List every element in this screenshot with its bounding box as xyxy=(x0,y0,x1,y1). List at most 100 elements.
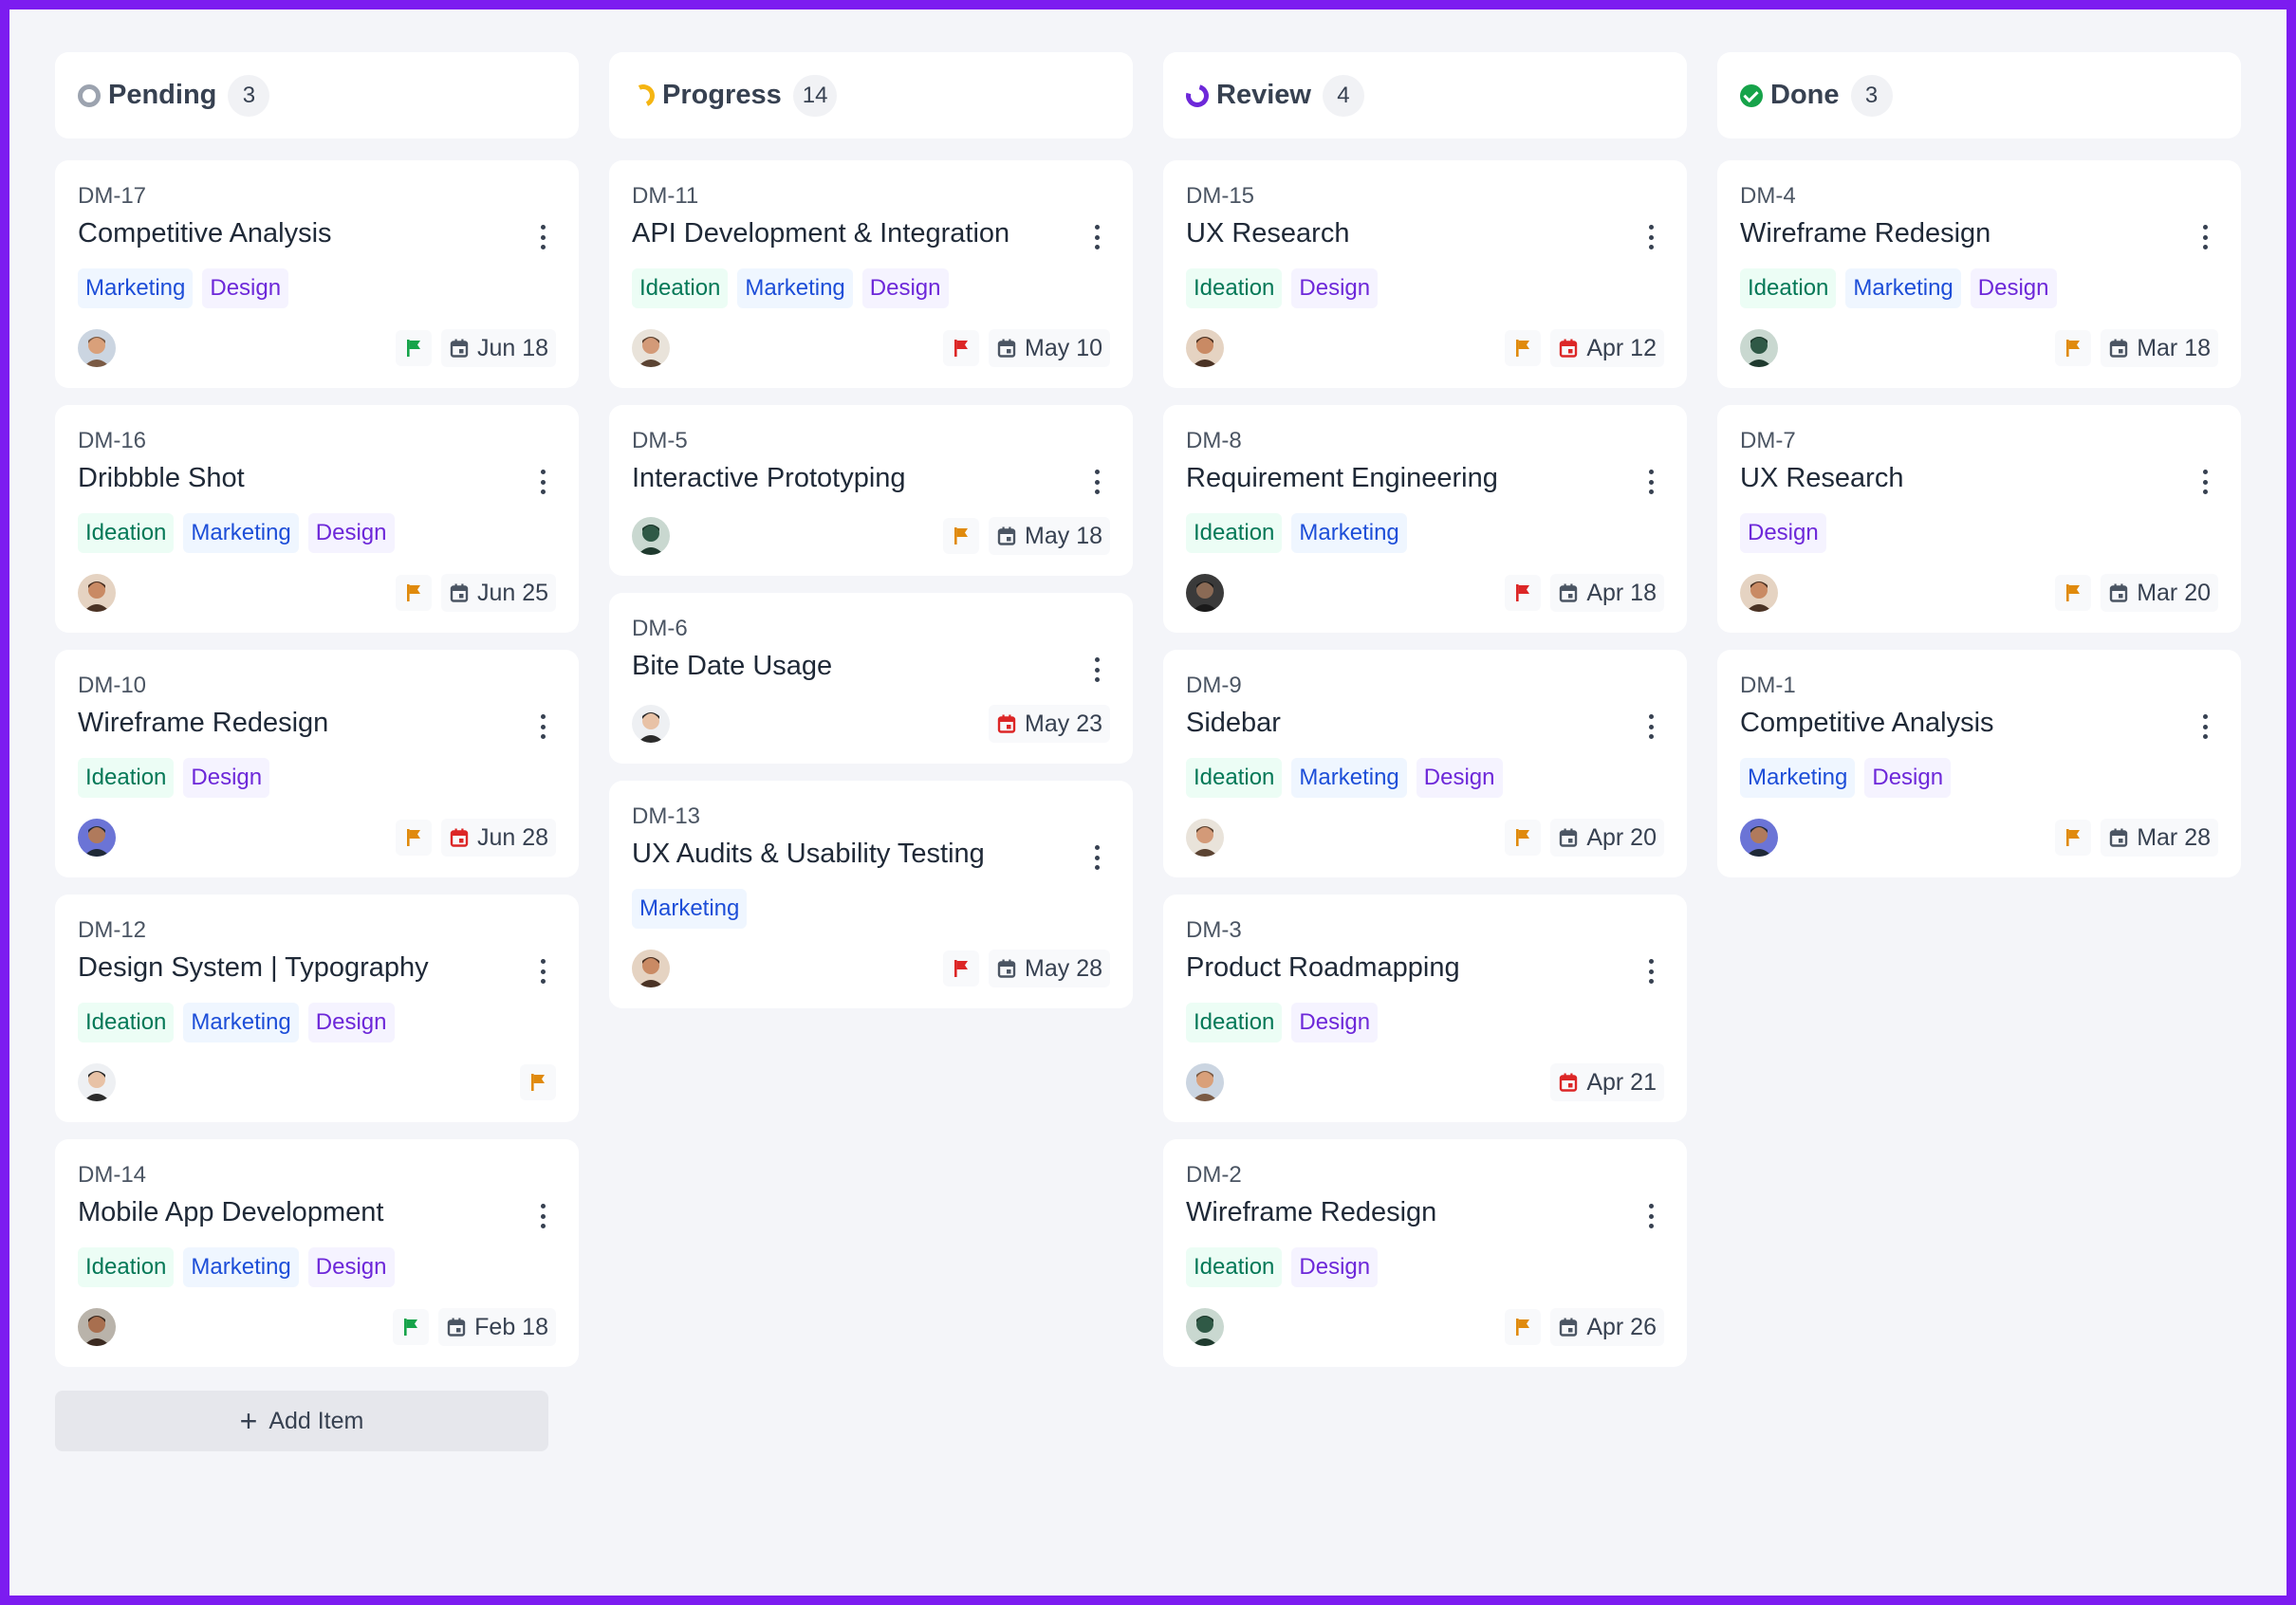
due-date-chip[interactable]: Jun 28 xyxy=(440,819,556,857)
more-options-icon[interactable] xyxy=(1643,1204,1658,1228)
column-header[interactable]: Done 3 xyxy=(1717,52,2241,138)
tag-ideation[interactable]: Ideation xyxy=(1186,1247,1283,1287)
add-item-button[interactable]: + Add Item xyxy=(55,1391,548,1451)
due-date-chip[interactable]: Apr 20 xyxy=(1550,819,1664,857)
more-options-icon[interactable] xyxy=(535,959,550,984)
tag-marketing[interactable]: Marketing xyxy=(183,1247,299,1287)
tag-ideation[interactable]: Ideation xyxy=(1186,1003,1283,1042)
more-options-icon[interactable] xyxy=(1643,470,1658,494)
task-card[interactable]: DM-6 Bite Date Usage May 23 xyxy=(609,593,1133,764)
column-header[interactable]: Review 4 xyxy=(1163,52,1687,138)
avatar[interactable] xyxy=(1186,819,1224,857)
avatar[interactable] xyxy=(632,705,670,743)
more-options-icon[interactable] xyxy=(535,225,550,249)
tag-design[interactable]: Design xyxy=(183,758,270,798)
more-options-icon[interactable] xyxy=(535,1204,550,1228)
avatar[interactable] xyxy=(1740,329,1778,367)
task-card[interactable]: DM-14 Mobile App Development Ideation Mar… xyxy=(55,1139,579,1367)
due-date-chip[interactable]: Mar 18 xyxy=(2101,329,2218,367)
due-date-chip[interactable]: May 10 xyxy=(989,329,1110,367)
more-options-icon[interactable] xyxy=(1643,714,1658,739)
task-card[interactable]: DM-12 Design System | Typography Ideatio… xyxy=(55,895,579,1122)
avatar[interactable] xyxy=(78,1308,116,1346)
tag-ideation[interactable]: Ideation xyxy=(1740,268,1837,308)
tag-marketing[interactable]: Marketing xyxy=(78,268,194,308)
task-card[interactable]: DM-7 UX Research Design Mar 20 xyxy=(1717,405,2241,633)
tag-design[interactable]: Design xyxy=(1864,758,1952,798)
due-date-chip[interactable]: Apr 26 xyxy=(1550,1308,1664,1346)
task-card[interactable]: DM-17 Competitive Analysis Marketing Desi… xyxy=(55,160,579,388)
task-card[interactable]: DM-9 Sidebar Ideation Marketing Design Apr… xyxy=(1163,650,1687,877)
due-date-chip[interactable]: Apr 18 xyxy=(1550,574,1664,612)
priority-flag-icon[interactable] xyxy=(393,1309,430,1345)
avatar[interactable] xyxy=(1740,574,1778,612)
due-date-chip[interactable]: Feb 18 xyxy=(438,1308,556,1346)
priority-flag-icon[interactable] xyxy=(1505,575,1542,611)
priority-flag-icon[interactable] xyxy=(2055,575,2092,611)
more-options-icon[interactable] xyxy=(535,470,550,494)
tag-design[interactable]: Design xyxy=(1740,513,1826,553)
avatar[interactable] xyxy=(78,819,116,857)
tag-marketing[interactable]: Marketing xyxy=(1291,758,1407,798)
priority-flag-icon[interactable] xyxy=(395,575,432,611)
due-date-chip[interactable]: Apr 12 xyxy=(1550,329,1664,367)
tag-ideation[interactable]: Ideation xyxy=(1186,513,1283,553)
column-header[interactable]: Pending 3 xyxy=(55,52,579,138)
avatar[interactable] xyxy=(1186,1063,1224,1101)
more-options-icon[interactable] xyxy=(2197,714,2213,739)
tag-ideation[interactable]: Ideation xyxy=(78,758,175,798)
task-card[interactable]: DM-2 Wireframe Redesign Ideation Design A… xyxy=(1163,1139,1687,1367)
avatar[interactable] xyxy=(632,950,670,987)
more-options-icon[interactable] xyxy=(1089,225,1104,249)
task-card[interactable]: DM-15 UX Research Ideation Design Apr 12 xyxy=(1163,160,1687,388)
priority-flag-icon[interactable] xyxy=(395,820,432,856)
more-options-icon[interactable] xyxy=(1643,959,1658,984)
tag-marketing[interactable]: Marketing xyxy=(183,1003,299,1042)
more-options-icon[interactable] xyxy=(1089,470,1104,494)
tag-design[interactable]: Design xyxy=(307,1247,395,1287)
due-date-chip[interactable]: Mar 20 xyxy=(2101,574,2218,612)
tag-marketing[interactable]: Marketing xyxy=(737,268,853,308)
due-date-chip[interactable]: Jun 25 xyxy=(440,574,556,612)
tag-ideation[interactable]: Ideation xyxy=(632,268,729,308)
priority-flag-icon[interactable] xyxy=(943,518,980,554)
priority-flag-icon[interactable] xyxy=(395,330,432,366)
tag-ideation[interactable]: Ideation xyxy=(78,513,175,553)
tag-marketing[interactable]: Marketing xyxy=(632,889,748,929)
tag-marketing[interactable]: Marketing xyxy=(1291,513,1407,553)
tag-marketing[interactable]: Marketing xyxy=(1740,758,1856,798)
avatar[interactable] xyxy=(78,329,116,367)
avatar[interactable] xyxy=(632,517,670,555)
avatar[interactable] xyxy=(1186,1308,1224,1346)
task-card[interactable]: DM-4 Wireframe Redesign Ideation Marketin… xyxy=(1717,160,2241,388)
more-options-icon[interactable] xyxy=(1089,845,1104,870)
more-options-icon[interactable] xyxy=(1643,225,1658,249)
priority-flag-icon[interactable] xyxy=(943,950,980,987)
tag-marketing[interactable]: Marketing xyxy=(183,513,299,553)
priority-flag-icon[interactable] xyxy=(943,330,980,366)
avatar[interactable] xyxy=(1186,329,1224,367)
priority-flag-icon[interactable] xyxy=(1505,330,1542,366)
more-options-icon[interactable] xyxy=(1089,657,1104,682)
tag-ideation[interactable]: Ideation xyxy=(78,1003,175,1042)
task-card[interactable]: DM-3 Product Roadmapping Ideation Design … xyxy=(1163,895,1687,1122)
due-date-chip[interactable]: May 28 xyxy=(989,950,1110,987)
more-options-icon[interactable] xyxy=(2197,470,2213,494)
tag-design[interactable]: Design xyxy=(1291,1247,1379,1287)
task-card[interactable]: DM-11 API Development & Integration Idea… xyxy=(609,160,1133,388)
tag-ideation[interactable]: Ideation xyxy=(78,1247,175,1287)
task-card[interactable]: DM-16 Dribbble Shot Ideation Marketing Des… xyxy=(55,405,579,633)
more-options-icon[interactable] xyxy=(535,714,550,739)
tag-design[interactable]: Design xyxy=(1291,268,1379,308)
tag-ideation[interactable]: Ideation xyxy=(1186,758,1283,798)
task-card[interactable]: DM-1 Competitive Analysis Marketing Desig… xyxy=(1717,650,2241,877)
avatar[interactable] xyxy=(1186,574,1224,612)
due-date-chip[interactable]: Apr 21 xyxy=(1550,1063,1664,1101)
due-date-chip[interactable]: May 18 xyxy=(989,517,1110,555)
due-date-chip[interactable]: Jun 18 xyxy=(440,329,556,367)
priority-flag-icon[interactable] xyxy=(2055,330,2092,366)
column-header[interactable]: Progress 14 xyxy=(609,52,1133,138)
task-card[interactable]: DM-13 UX Audits & Usability Testing Mark… xyxy=(609,781,1133,1008)
tag-design[interactable]: Design xyxy=(861,268,949,308)
task-card[interactable]: DM-10 Wireframe Redesign Ideation Design … xyxy=(55,650,579,877)
